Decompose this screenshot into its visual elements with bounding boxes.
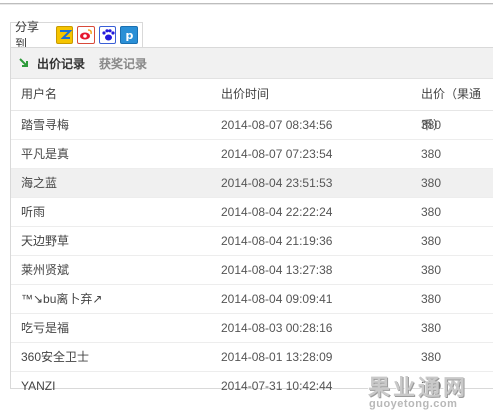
row-bid: 380: [421, 292, 442, 306]
row-time: 2014-08-04 13:27:38: [221, 263, 333, 277]
table-row-highlighted: 海之蓝 2014-08-04 23:51:53 380: [11, 169, 493, 198]
row-bid: 380: [421, 118, 442, 132]
green-arrow-icon: [19, 57, 31, 69]
row-user: 踏雪寻梅: [21, 118, 70, 132]
table-row: 莱州贤斌 2014-08-04 13:27:38 380: [11, 256, 493, 285]
row-bid: 380: [421, 350, 442, 364]
row-time: 2014-08-04 22:22:24: [221, 205, 333, 219]
tab-bar: 出价记录 获奖记录: [11, 48, 493, 79]
row-bid: 380: [421, 321, 442, 335]
share-bar: 分享到 p: [10, 20, 143, 51]
table-row: 吃亏是福 2014-08-03 00:28:16 380: [11, 314, 493, 343]
watermark: 果业通网 guoyetong.com: [365, 370, 485, 412]
row-user: 平凡是真: [21, 147, 70, 161]
header-bid-time: 出价时间: [221, 87, 270, 101]
baidu-icon[interactable]: [98, 26, 117, 44]
row-user: 莱州贤斌: [21, 263, 70, 277]
weibo-icon[interactable]: [77, 26, 95, 44]
qzone-icon[interactable]: [55, 26, 74, 44]
row-user: 天边野草: [21, 234, 70, 248]
row-user: YANZI: [21, 379, 56, 393]
header-username: 用户名: [21, 87, 58, 101]
row-time: 2014-07-31 10:42:44: [221, 379, 333, 393]
row-bid: 380: [421, 234, 442, 248]
table-row: 听雨 2014-08-04 22:22:24 380: [11, 198, 493, 227]
table-row: ™↘bu离卜弃↗ 2014-08-04 09:09:41 380: [11, 285, 493, 314]
row-user: 听雨: [21, 205, 46, 219]
tab-bid-records[interactable]: 出价记录: [37, 55, 85, 72]
row-bid: 380: [421, 147, 442, 161]
row-time: 2014-08-04 21:19:36: [221, 234, 333, 248]
row-bid: 380: [421, 205, 442, 219]
table-row: 天边野草 2014-08-04 21:19:36 380: [11, 227, 493, 256]
row-user: ™↘bu离卜弃↗: [21, 292, 103, 306]
row-time: 2014-08-07 07:23:54: [221, 147, 333, 161]
svg-text:p: p: [126, 29, 134, 42]
row-user: 海之蓝: [21, 176, 58, 190]
watermark-url: guoyetong.com: [369, 398, 458, 410]
pengyou-icon[interactable]: p: [120, 26, 138, 44]
row-time: 2014-08-04 23:51:53: [221, 176, 333, 190]
row-bid: 380: [421, 263, 442, 277]
row-time: 2014-08-01 13:28:09: [221, 350, 333, 364]
tab-award-records[interactable]: 获奖记录: [99, 55, 147, 72]
table-row: 360安全卫士 2014-08-01 13:28:09 380: [11, 343, 493, 372]
row-user: 360安全卫士: [21, 350, 90, 364]
bid-record-panel: 出价记录 获奖记录 用户名 出价时间 出价（果通币） 踏雪寻梅 2014-08-…: [10, 47, 493, 393]
table-header: 用户名 出价时间 出价（果通币）: [11, 79, 493, 132]
row-bid: 380: [421, 176, 442, 190]
table-row: 平凡是真 2014-08-07 07:23:54 380: [11, 140, 493, 169]
row-time: 2014-08-03 00:28:16: [221, 321, 333, 335]
table-row: 踏雪寻梅 2014-08-07 08:34:56 380: [11, 111, 493, 140]
row-time: 2014-08-04 09:09:41: [221, 292, 333, 306]
row-time: 2014-08-07 08:34:56: [221, 118, 333, 132]
top-border-shadow: [0, 4, 493, 5]
row-user: 吃亏是福: [21, 321, 70, 335]
